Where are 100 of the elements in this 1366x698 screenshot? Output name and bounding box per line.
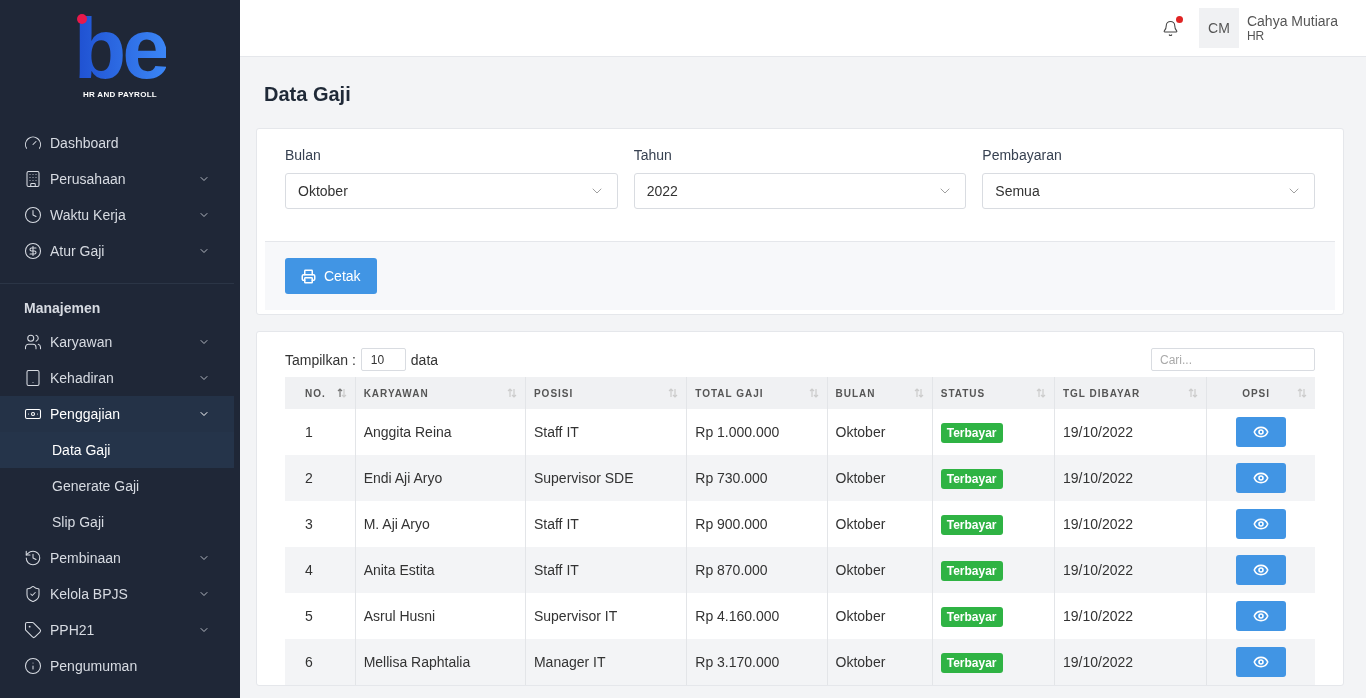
table-cell: 2 <box>285 455 356 501</box>
column-header[interactable]: STATUS <box>932 377 1055 409</box>
users-icon <box>24 333 42 351</box>
tablet-icon <box>24 369 42 387</box>
sidebar-item[interactable]: PPH21 <box>0 612 234 648</box>
select-field[interactable]: Semua <box>982 173 1315 209</box>
table-cell: Staff IT <box>525 501 687 547</box>
history-icon <box>24 549 42 567</box>
sidebar-item[interactable]: Atur Gaji <box>0 233 234 269</box>
sidebar-heading: Manajemen <box>23 299 102 318</box>
sort-icon[interactable] <box>336 388 347 398</box>
select-field[interactable]: Oktober <box>285 173 618 209</box>
table-cell: 6 <box>285 639 356 685</box>
table-cell: Rp 870.000 <box>686 547 828 593</box>
logo-tagline: HR AND PAYROLL <box>82 90 158 99</box>
user-name: Cahya Mutiara <box>1246 13 1338 29</box>
page-title: Data Gaji <box>264 83 352 106</box>
table-cell: Rp 4.160.000 <box>686 593 828 639</box>
table-cell: 5 <box>285 593 356 639</box>
sidebar-item[interactable]: Dashboard <box>0 125 234 161</box>
show-suffix: data <box>410 351 439 368</box>
info-icon <box>24 657 42 675</box>
table-cell: 19/10/2022 <box>1054 409 1207 455</box>
filter-label: Tahun <box>633 147 673 163</box>
eye-icon <box>1253 654 1270 670</box>
table-cell: 4 <box>285 547 356 593</box>
table-cell: Staff IT <box>525 547 687 593</box>
sidebar-item[interactable]: Perusahaan <box>0 161 234 197</box>
dollar-icon <box>24 242 42 260</box>
column-header[interactable]: KARYAWAN <box>355 377 526 409</box>
table-cell: Rp 3.170.000 <box>686 639 828 685</box>
sidebar-subitem[interactable]: Generate Gaji <box>0 468 234 504</box>
sidebar-item[interactable]: Kehadiran <box>0 360 234 396</box>
status-badge: Terbayar <box>940 561 1003 581</box>
eye-icon <box>1253 516 1270 532</box>
table-cell: Mellisa Raphtalia <box>355 639 526 685</box>
table-cell: Supervisor IT <box>525 593 687 639</box>
column-header[interactable]: BULAN <box>827 377 933 409</box>
table-cell: Asrul Husni <box>355 593 526 639</box>
eye-icon <box>1253 424 1270 440</box>
column-header[interactable]: TGL DIBAYAR <box>1054 377 1207 409</box>
sidebar-subitem[interactable]: Slip Gaji <box>0 504 234 540</box>
table-cell: Staff IT <box>525 409 687 455</box>
status-badge: Terbayar <box>940 653 1003 673</box>
clock-icon <box>24 206 42 224</box>
building-icon <box>24 170 42 188</box>
view-button[interactable] <box>1236 463 1287 493</box>
filter-label: Bulan <box>285 147 322 163</box>
filter-label: Pembayaran <box>982 147 1063 163</box>
view-button[interactable] <box>1236 555 1287 585</box>
table-cell: 19/10/2022 <box>1054 501 1207 547</box>
column-header[interactable]: OPSI <box>1206 377 1315 409</box>
page-size-field[interactable]: 10 <box>360 348 406 371</box>
view-button[interactable] <box>1236 601 1287 631</box>
table-cell: Rp 1.000.000 <box>686 409 828 455</box>
table-cell: 19/10/2022 <box>1054 593 1207 639</box>
avatar[interactable]: CM <box>1198 8 1239 48</box>
sidebar-item[interactable]: Karyawan <box>0 324 234 360</box>
table-cell: 19/10/2022 <box>1054 639 1207 685</box>
table-cell: 19/10/2022 <box>1054 455 1207 501</box>
eye-icon <box>1253 608 1270 624</box>
status-badge: Terbayar <box>940 515 1003 535</box>
table-cell: Rp 900.000 <box>686 501 828 547</box>
sidebar-item[interactable]: Kelola BPJS <box>0 576 234 612</box>
table-cell: Oktober <box>827 547 933 593</box>
eye-icon <box>1253 562 1270 578</box>
status-badge: Terbayar <box>940 469 1003 489</box>
table-cell: Manager IT <box>525 639 687 685</box>
sidebar-item[interactable]: Pengumuman <box>0 648 234 684</box>
show-label: Tampilkan : <box>285 351 356 368</box>
table-cell: Endi Aji Aryo <box>355 455 526 501</box>
table-cell: Oktober <box>827 593 933 639</box>
shield-icon <box>24 585 42 603</box>
bell-icon[interactable] <box>1161 19 1179 37</box>
table-cell: Rp 730.000 <box>686 455 828 501</box>
tag-icon <box>24 621 42 639</box>
eye-icon <box>1253 470 1270 486</box>
sidebar-subitem[interactable]: Data Gaji <box>0 432 234 468</box>
column-header[interactable]: POSISI <box>525 377 687 409</box>
table-cell: Anita Estita <box>355 547 526 593</box>
table-cell: Oktober <box>827 455 933 501</box>
select-field[interactable]: 2022 <box>633 173 967 209</box>
printer-icon <box>301 268 316 284</box>
sidebar-item[interactable]: Penggajian <box>0 396 234 432</box>
table-cell: Oktober <box>827 639 933 685</box>
table-cell: 3 <box>285 501 356 547</box>
view-button[interactable] <box>1236 417 1287 447</box>
dashboard-icon <box>24 134 42 152</box>
search-field[interactable]: Cari... <box>1151 348 1315 371</box>
status-badge: Terbayar <box>940 423 1003 443</box>
status-badge: Terbayar <box>940 607 1003 627</box>
column-header[interactable]: NO. <box>285 377 356 409</box>
sidebar-item[interactable]: Waktu Kerja <box>0 197 234 233</box>
sidebar-item[interactable]: Pembinaan <box>0 540 234 576</box>
table-cell: 1 <box>285 409 356 455</box>
table-cell: Oktober <box>827 501 933 547</box>
table-cell: M. Aji Aryo <box>355 501 526 547</box>
view-button[interactable] <box>1236 509 1287 539</box>
view-button[interactable] <box>1236 647 1287 677</box>
column-header[interactable]: TOTAL GAJI <box>686 377 828 409</box>
